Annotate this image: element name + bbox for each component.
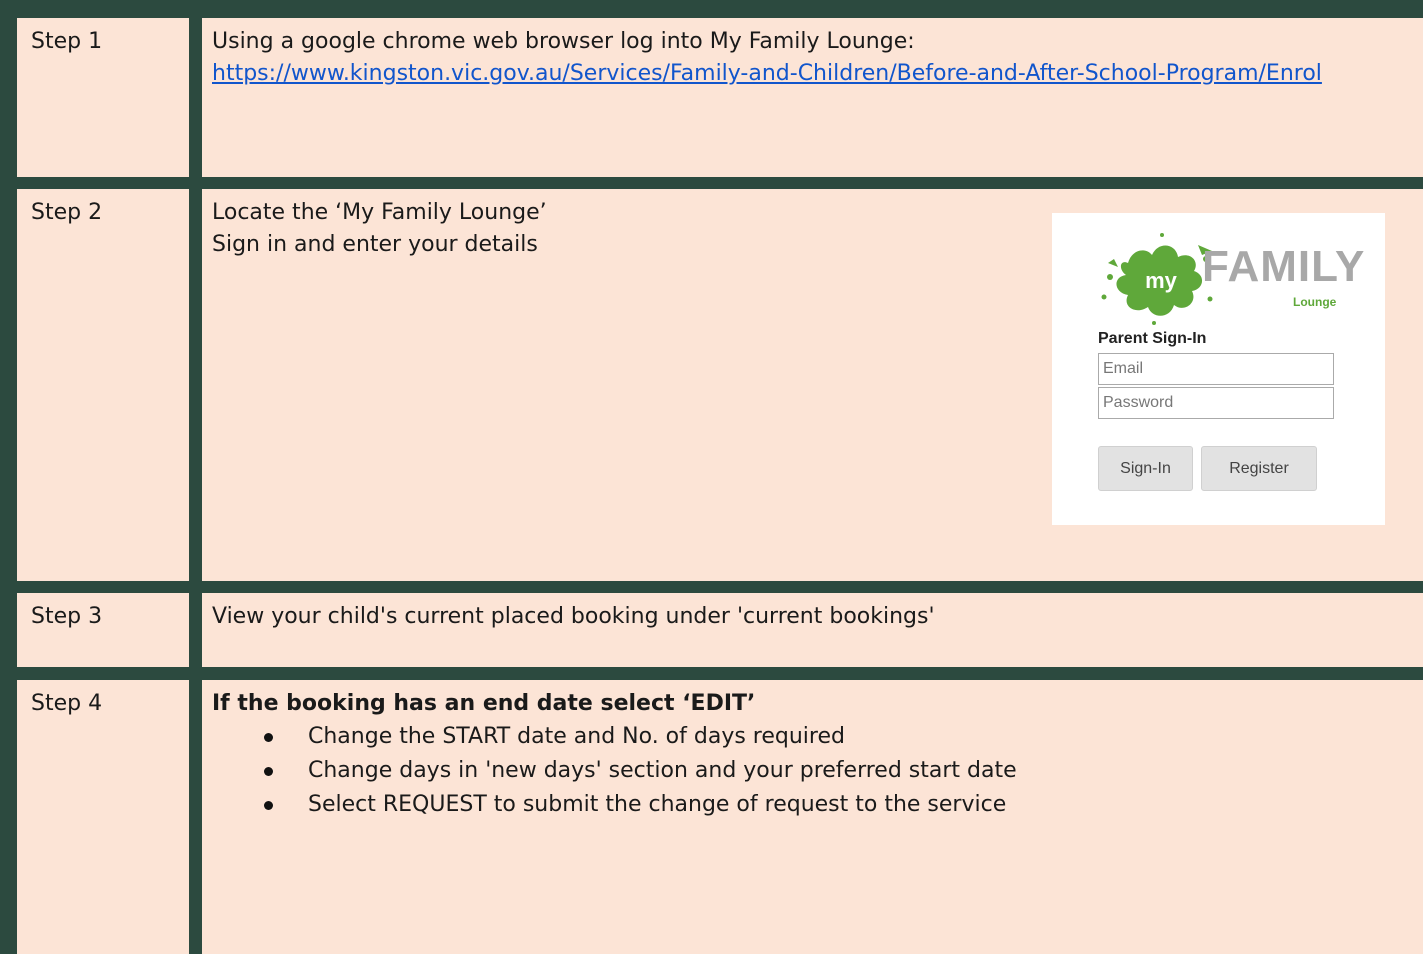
step-1-text: Using a google chrome web browser log in… (212, 29, 915, 54)
register-button[interactable]: Register (1201, 446, 1317, 491)
logo-lounge-text: Lounge (1293, 295, 1337, 309)
step-1-label-cell: Step 1 (17, 18, 189, 177)
step-4-bullet-list: Change the START date and No. of days re… (212, 720, 1413, 822)
step-3-label-cell: Step 3 (17, 593, 189, 667)
list-item: Change the START date and No. of days re… (264, 720, 1413, 754)
signin-button[interactable]: Sign-In (1098, 446, 1193, 491)
step-3-content-cell: View your child's current placed booking… (202, 593, 1423, 667)
logo-family-text: FAMILY (1202, 242, 1366, 291)
logo-word: my (1145, 268, 1178, 293)
step-4-label-cell: Step 4 (17, 680, 189, 954)
signin-widget: my FAMILY Lounge Parent Sign-In Sign-In … (1052, 213, 1385, 525)
list-item: Select REQUEST to submit the change of r… (264, 788, 1413, 822)
enrol-link[interactable]: https://www.kingston.vic.gov.au/Services… (212, 61, 1322, 86)
step-4-heading: If the booking has an end date select ‘E… (212, 691, 756, 716)
step-3-label: Step 3 (31, 604, 103, 629)
step-3-text: View your child's current placed booking… (212, 604, 935, 629)
signin-title: Parent Sign-In (1098, 330, 1207, 347)
list-item: Change days in 'new days' section and yo… (264, 754, 1413, 788)
step-4-label: Step 4 (31, 691, 103, 716)
steps-table: Step 1 Using a google chrome web browser… (0, 0, 1423, 954)
email-input[interactable] (1098, 353, 1334, 385)
step-2-label-cell: Step 2 (17, 189, 189, 581)
step-1-label: Step 1 (31, 29, 103, 54)
step-1-content-cell: Using a google chrome web browser log in… (202, 18, 1423, 177)
password-input[interactable] (1098, 387, 1334, 419)
step-2-label: Step 2 (31, 200, 103, 225)
step-4-content-cell: If the booking has an end date select ‘E… (202, 680, 1423, 954)
